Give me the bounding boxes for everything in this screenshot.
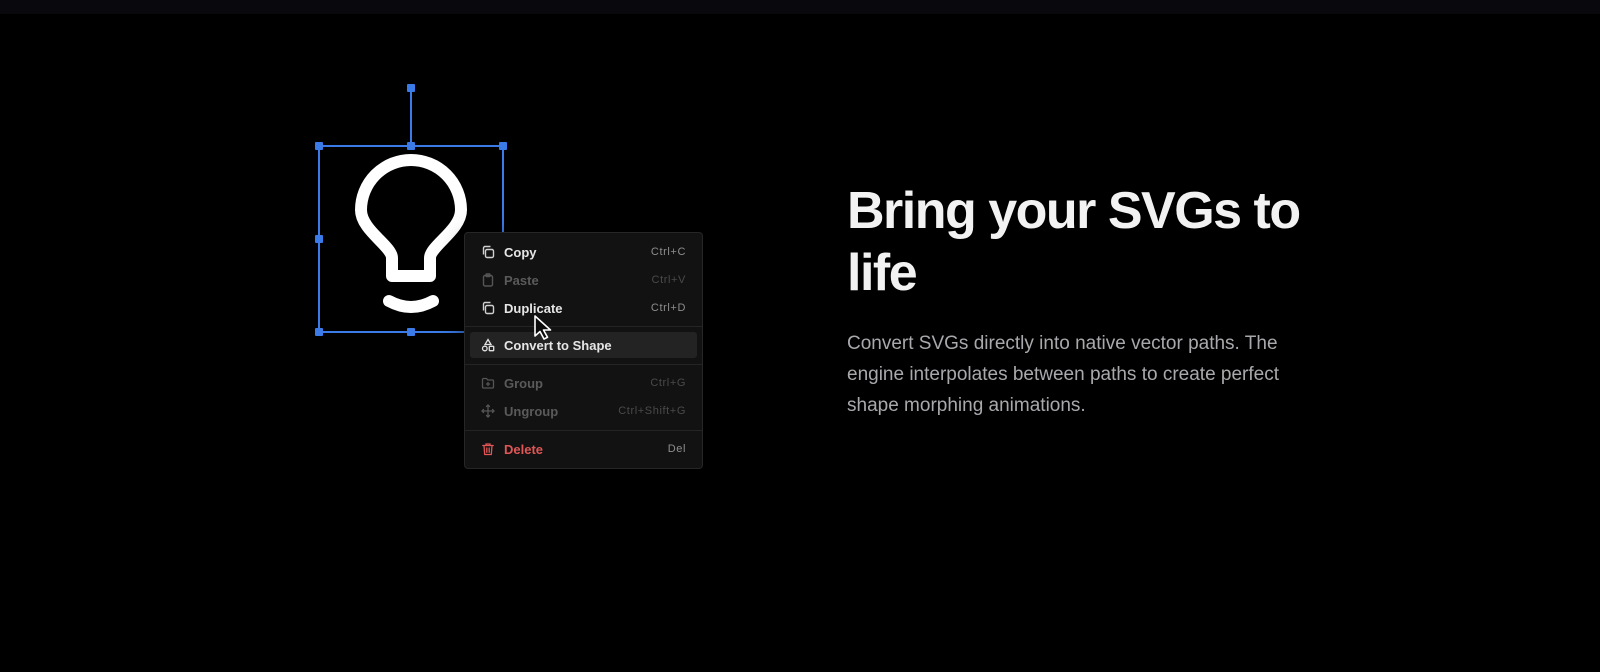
- menu-item-label: Convert to Shape: [504, 337, 612, 353]
- menu-item-shortcut: Ctrl+V: [651, 274, 686, 286]
- menu-divider: [465, 364, 702, 365]
- menu-item-duplicate[interactable]: Duplicate Ctrl+D: [470, 295, 697, 321]
- move-arrows-icon: [480, 403, 496, 419]
- menu-item-convert-to-shape[interactable]: Convert to Shape: [470, 332, 697, 358]
- mouse-cursor-icon: [533, 314, 555, 342]
- top-bar: [0, 0, 1600, 14]
- menu-item-shortcut: Ctrl+D: [650, 302, 686, 314]
- menu-item-copy[interactable]: Copy Ctrl+C: [470, 239, 697, 265]
- resize-handle-b[interactable]: [407, 328, 415, 336]
- folder-plus-icon: [480, 375, 496, 391]
- menu-item-label: Ungroup: [504, 403, 559, 419]
- resize-handle-t[interactable]: [407, 142, 415, 150]
- menu-item-shortcut: Del: [667, 443, 686, 455]
- lightbulb-icon[interactable]: [355, 154, 467, 313]
- hero-description: Convert SVGs directly into native vector…: [847, 333, 1280, 416]
- menu-item-shortcut: Ctrl+G: [650, 377, 686, 389]
- menu-item-shortcut: Ctrl+C: [650, 246, 686, 258]
- clipboard-icon: [480, 272, 496, 288]
- menu-item-ungroup[interactable]: Ungroup Ctrl+Shift+G: [470, 398, 697, 424]
- hero-title: Bring your SVGs to life: [847, 182, 1301, 302]
- rotate-handle[interactable]: [407, 84, 415, 92]
- duplicate-icon: [480, 300, 496, 316]
- page: Copy Ctrl+C Paste Ctrl+V Duplicate Ctrl+: [0, 0, 1600, 672]
- menu-item-label: Group: [504, 375, 543, 391]
- resize-handle-tr[interactable]: [499, 142, 507, 150]
- menu-item-paste[interactable]: Paste Ctrl+V: [470, 267, 697, 293]
- resize-handle-l[interactable]: [315, 235, 323, 243]
- resize-handle-tl[interactable]: [315, 142, 323, 150]
- menu-item-group[interactable]: Group Ctrl+G: [470, 370, 697, 396]
- resize-handle-bl[interactable]: [315, 328, 323, 336]
- trash-icon: [480, 441, 496, 457]
- menu-divider: [465, 326, 702, 327]
- menu-divider: [465, 430, 702, 431]
- menu-item-label: Copy: [504, 244, 537, 260]
- copy-icon: [480, 244, 496, 260]
- menu-item-label: Duplicate: [504, 300, 563, 316]
- context-menu: Copy Ctrl+C Paste Ctrl+V Duplicate Ctrl+: [464, 232, 703, 469]
- shapes-icon: [480, 337, 496, 353]
- menu-item-label: Paste: [504, 272, 539, 288]
- menu-item-shortcut: Ctrl+Shift+G: [618, 405, 686, 417]
- menu-item-delete[interactable]: Delete Del: [470, 436, 697, 462]
- menu-item-label: Delete: [504, 441, 544, 457]
